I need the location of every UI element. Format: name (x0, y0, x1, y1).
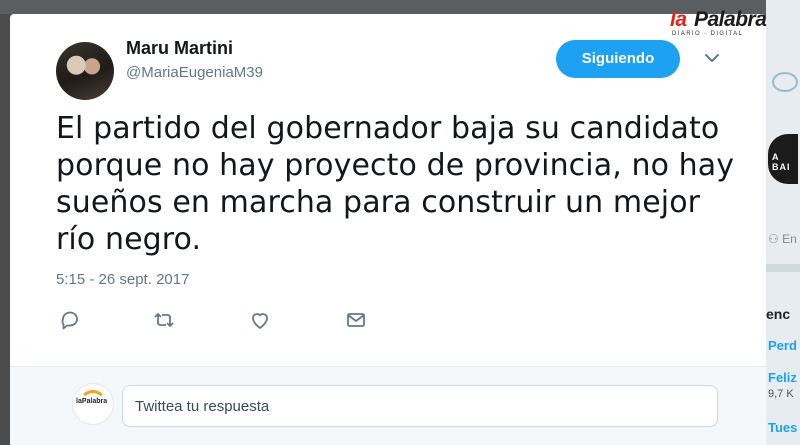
tweet-timestamp[interactable]: 5:15 - 26 sept. 2017 (56, 271, 189, 288)
author-name[interactable]: Maru Martini (126, 38, 233, 59)
watermark-brand-la: la (670, 8, 687, 31)
trend-item[interactable]: Perd (768, 338, 797, 353)
trend-item[interactable]: Feliz (768, 370, 797, 385)
people-icon: ⚇ En (768, 232, 797, 246)
twitter-bird-icon (772, 72, 798, 92)
chevron-down-icon[interactable] (702, 50, 722, 66)
trends-heading: enc (766, 306, 791, 322)
author-avatar[interactable] (56, 42, 114, 100)
watermark-logo: la Palabra DIARIO · DIGITAL (668, 8, 772, 40)
retweet-icon[interactable] (152, 308, 176, 332)
watermark-brand-palabra: Palabra (694, 8, 767, 31)
avatar-logo-text: laPalabra (76, 398, 108, 405)
following-button[interactable]: Siguiendo (556, 40, 680, 78)
reply-composer: laPalabra (10, 367, 766, 445)
tweet-text: El partido del gobernador baja su candid… (56, 111, 735, 257)
sidebar-thumbnail[interactable]: A BAI (768, 134, 798, 184)
tweet-actions (56, 308, 376, 332)
direct-message-icon[interactable] (344, 308, 368, 332)
reply-input[interactable] (122, 385, 718, 427)
sidebar-fragment: En (782, 232, 797, 246)
tweet-card: Maru Martini @MariaEugeniaM39 Siguiendo … (10, 14, 766, 445)
trend-count: 9,7 K (768, 388, 794, 400)
reply-avatar: laPalabra (72, 383, 114, 425)
trend-item[interactable]: Tues (768, 420, 797, 435)
background-sidebar: A BAI ⚇ En enc Perd Feliz 9,7 K Tues (766, 0, 800, 445)
author-handle[interactable]: @MariaEugeniaM39 (126, 64, 263, 81)
watermark-tagline: DIARIO · DIGITAL (672, 31, 744, 37)
reply-icon[interactable] (58, 308, 82, 332)
sidebar-separator (766, 264, 800, 272)
sidebar-thumbnail-label: A BAI (772, 152, 791, 172)
like-icon[interactable] (248, 308, 272, 332)
